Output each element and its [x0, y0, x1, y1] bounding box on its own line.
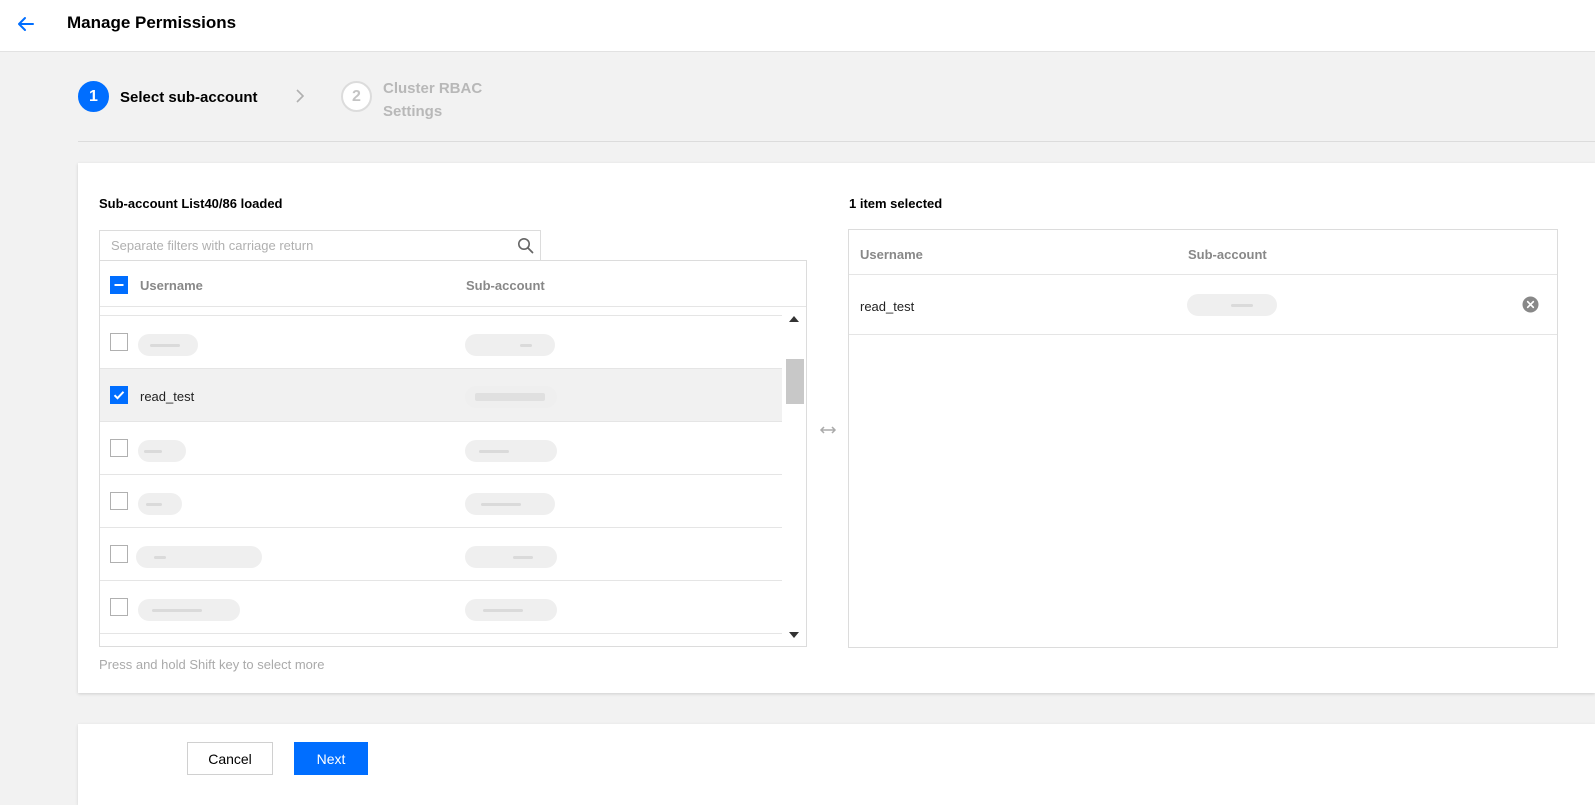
column-header-username[interactable]: Username — [140, 278, 203, 293]
row-checkbox[interactable] — [110, 386, 128, 404]
step-1-label: Select sub-account — [120, 89, 258, 106]
redacted-sub-account — [465, 599, 557, 621]
scroll-down-icon[interactable] — [788, 630, 800, 640]
table-row[interactable] — [100, 308, 782, 316]
footer-actions: Cancel Next — [78, 724, 1595, 805]
row-checkbox[interactable] — [110, 492, 128, 510]
arrow-left-icon[interactable] — [14, 12, 38, 36]
transfer-arrows-icon — [819, 426, 837, 434]
row-checkbox[interactable] — [110, 545, 128, 563]
redacted-sub-account — [465, 386, 557, 408]
select-all-checkbox[interactable] — [110, 276, 128, 294]
table-header: Username Sub-account — [100, 261, 806, 307]
next-button[interactable]: Next — [294, 742, 368, 775]
row-checkbox[interactable] — [110, 333, 128, 351]
redacted-username — [138, 599, 240, 621]
column-header-username: Username — [860, 247, 923, 262]
redacted-sub-account — [465, 440, 557, 462]
redacted-username — [138, 440, 186, 462]
sub-account-table: Username Sub-account read_test — [99, 260, 807, 647]
cancel-button[interactable]: Cancel — [187, 742, 273, 775]
scrollbar[interactable] — [783, 308, 805, 646]
search-box — [99, 230, 541, 261]
table-row[interactable] — [100, 316, 782, 369]
redacted-sub-account — [465, 334, 555, 356]
scrollbar-thumb[interactable] — [786, 359, 804, 404]
step-2-label: Cluster RBAC Settings — [383, 80, 483, 120]
step-1-number: 1 — [78, 81, 109, 112]
shift-select-hint: Press and hold Shift key to select more — [99, 657, 325, 672]
step-2-number: 2 — [341, 81, 372, 112]
table-header: Username Sub-account — [849, 230, 1557, 275]
table-row[interactable] — [100, 581, 782, 634]
column-header-sub-account[interactable]: Sub-account — [466, 278, 545, 293]
username: read_test — [860, 299, 915, 314]
table-row[interactable] — [100, 528, 782, 581]
column-header-sub-account: Sub-account — [1188, 247, 1267, 262]
search-icon[interactable] — [517, 237, 534, 254]
table-row[interactable] — [100, 634, 782, 646]
selected-table: Username Sub-account read_test — [848, 229, 1558, 648]
sub-account-list-title: Sub-account List40/86 loaded — [99, 196, 283, 211]
selected-row: read_test — [849, 275, 1557, 335]
divider — [78, 141, 1595, 142]
redacted-sub-account — [1187, 294, 1277, 316]
selected-count-title: 1 item selected — [849, 196, 943, 211]
row-checkbox[interactable] — [110, 598, 128, 616]
table-row[interactable] — [100, 422, 782, 475]
table-body: read_test — [100, 308, 782, 646]
redacted-username — [138, 334, 198, 356]
username: read_test — [140, 389, 195, 404]
search-input[interactable] — [100, 231, 500, 260]
scroll-up-icon[interactable] — [788, 314, 800, 324]
transfer-panel: Sub-account List40/86 loaded Username Su… — [78, 163, 1595, 693]
redacted-username — [136, 546, 262, 568]
redacted-username — [138, 493, 182, 515]
table-row[interactable] — [100, 475, 782, 528]
top-bar: Manage Permissions — [0, 0, 1595, 52]
remove-icon[interactable] — [1522, 296, 1539, 313]
table-row[interactable]: read_test — [100, 369, 782, 422]
redacted-sub-account — [465, 493, 555, 515]
page-title: Manage Permissions — [67, 13, 237, 32]
chevron-right-icon — [296, 89, 305, 103]
redacted-sub-account — [465, 546, 557, 568]
row-checkbox[interactable] — [110, 439, 128, 457]
